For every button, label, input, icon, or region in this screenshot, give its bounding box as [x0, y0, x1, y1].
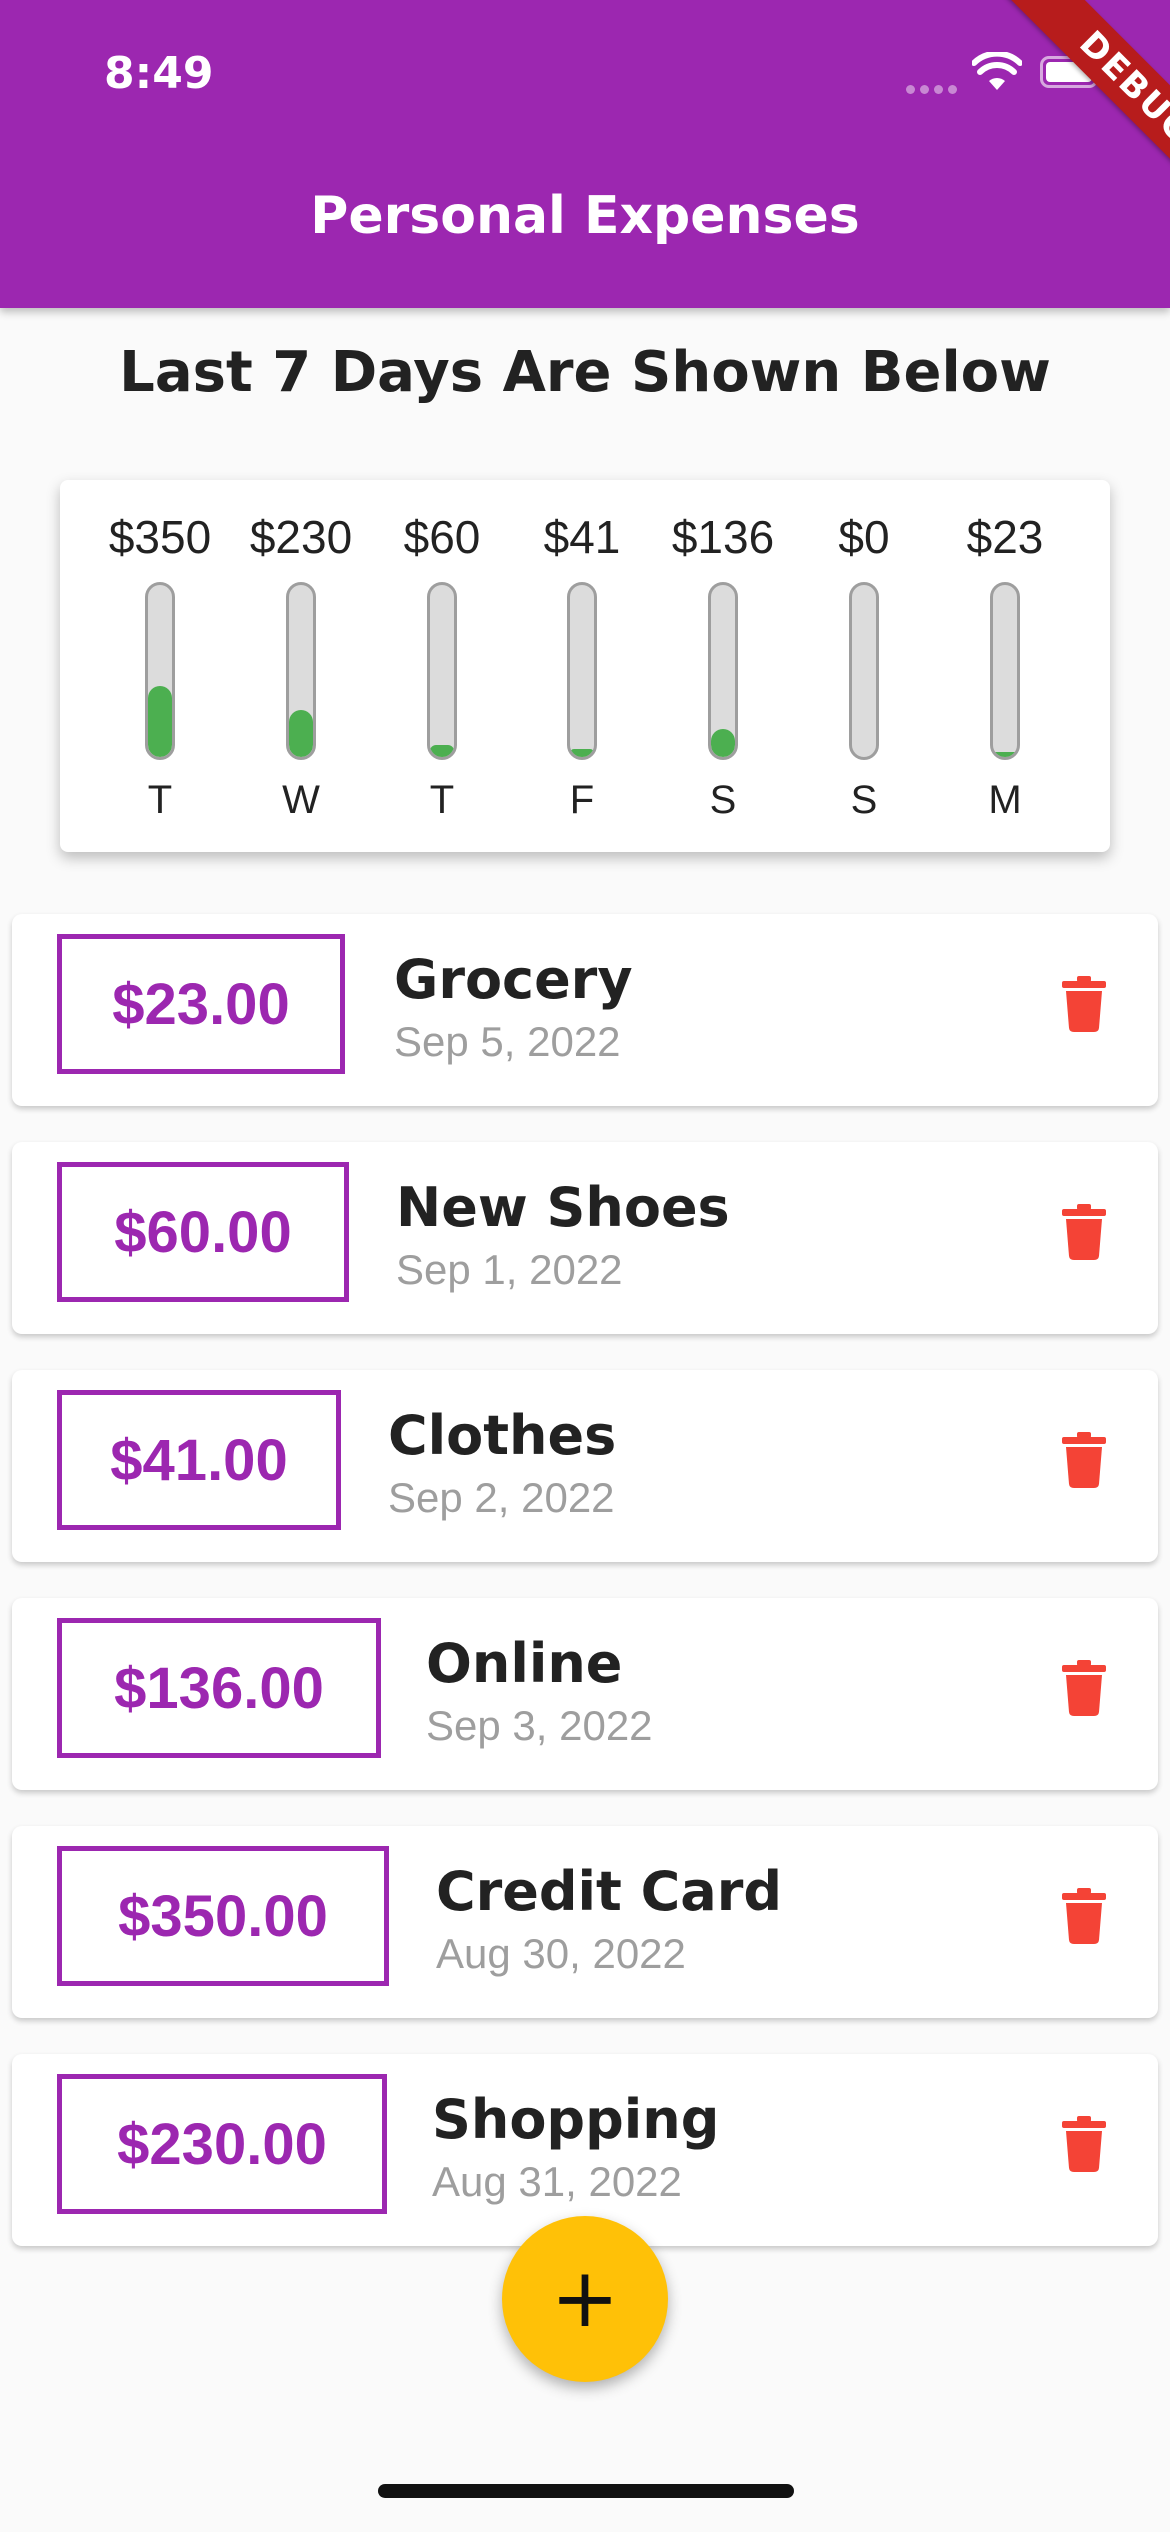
bar-track	[286, 582, 316, 760]
chart-bar: $136 S	[653, 510, 793, 830]
transaction-date: Sep 1, 2022	[396, 1246, 623, 1293]
plus-icon: +	[550, 2251, 620, 2346]
bar-day-label: T	[147, 778, 173, 822]
transaction-amount: $230.00	[57, 2074, 387, 2214]
bar-fill	[570, 748, 594, 757]
chart-bar: $350 T	[90, 510, 230, 830]
transaction-amount: $350.00	[57, 1846, 389, 1986]
transaction-amount: $41.00	[57, 1390, 341, 1530]
transaction-title: Grocery	[394, 948, 633, 1011]
bar-day-label: S	[850, 778, 878, 822]
signal-icon	[906, 81, 962, 99]
bar-fill	[289, 710, 313, 757]
chart-bar: $41 F	[512, 510, 652, 830]
transaction-title: New Shoes	[396, 1176, 730, 1239]
bar-fill	[148, 685, 172, 757]
app-title: Personal Expenses	[310, 186, 860, 246]
chart-header: Last 7 Days Are Shown Below	[119, 340, 1051, 405]
delete-trash-icon[interactable]	[1062, 2116, 1106, 2172]
transaction-card: $23.00 Grocery Sep 5, 2022	[12, 914, 1158, 1106]
bar-track	[145, 582, 175, 760]
transaction-card: $60.00 New Shoes Sep 1, 2022	[12, 1142, 1158, 1334]
bar-amount: $350	[108, 511, 212, 563]
wifi-icon	[972, 52, 1022, 90]
transaction-title: Shopping	[432, 2088, 720, 2151]
transaction-card: $41.00 Clothes Sep 2, 2022	[12, 1370, 1158, 1562]
status-time: 8:49	[104, 48, 214, 99]
bar-day-label: M	[988, 778, 1022, 822]
transaction-date: Aug 30, 2022	[436, 1930, 686, 1977]
transaction-amount: $23.00	[57, 934, 345, 1074]
bar-amount: $23	[966, 511, 1044, 563]
bar-track	[708, 582, 738, 760]
bar-track	[849, 582, 879, 760]
weekly-chart-card: $350 T $230 W $60 T $41 F $136 S $0 S $23 M	[60, 480, 1110, 852]
chart-bars: $350 T $230 W $60 T $41 F $136 S $0 S $23 M	[98, 510, 1086, 830]
chart-bar: $0 S	[794, 510, 934, 830]
transaction-date: Sep 5, 2022	[394, 1018, 621, 1065]
bar-fill	[430, 744, 454, 757]
delete-trash-icon[interactable]	[1062, 976, 1106, 1032]
chart-bar: $230 W	[231, 510, 371, 830]
bar-day-label: S	[709, 778, 737, 822]
bar-amount: $230	[249, 511, 353, 563]
transaction-date: Sep 2, 2022	[388, 1474, 615, 1521]
delete-trash-icon[interactable]	[1062, 1660, 1106, 1716]
delete-trash-icon[interactable]	[1062, 1204, 1106, 1260]
bar-amount: $136	[671, 511, 775, 563]
chart-bar: $23 M	[935, 510, 1075, 830]
bar-day-label: T	[429, 778, 455, 822]
transaction-card: $136.00 Online Sep 3, 2022	[12, 1598, 1158, 1790]
bar-amount: $41	[543, 511, 621, 563]
app-bar: 8:49 DEBUG Personal Expenses	[0, 0, 1170, 308]
bar-amount: $60	[403, 511, 481, 563]
transaction-date: Sep 3, 2022	[426, 1702, 653, 1749]
bar-track	[567, 582, 597, 760]
bar-day-label: W	[282, 778, 320, 822]
bar-day-label: F	[569, 778, 595, 822]
delete-trash-icon[interactable]	[1062, 1888, 1106, 1944]
transaction-date: Aug 31, 2022	[432, 2158, 682, 2205]
chart-bar: $60 T	[372, 510, 512, 830]
transaction-title: Credit Card	[436, 1860, 783, 1923]
bar-track	[990, 582, 1020, 760]
transaction-card: $350.00 Credit Card Aug 30, 2022	[12, 1826, 1158, 2018]
transaction-title: Online	[426, 1632, 623, 1695]
bar-amount: $0	[838, 511, 890, 563]
transaction-amount: $136.00	[57, 1618, 381, 1758]
delete-trash-icon[interactable]	[1062, 1432, 1106, 1488]
bar-fill	[711, 729, 735, 757]
add-transaction-button[interactable]: +	[502, 2216, 668, 2382]
bar-fill	[993, 752, 1017, 757]
transaction-amount: $60.00	[57, 1162, 349, 1302]
home-indicator	[378, 2484, 794, 2498]
bar-track	[427, 582, 457, 760]
transaction-title: Clothes	[388, 1404, 617, 1467]
